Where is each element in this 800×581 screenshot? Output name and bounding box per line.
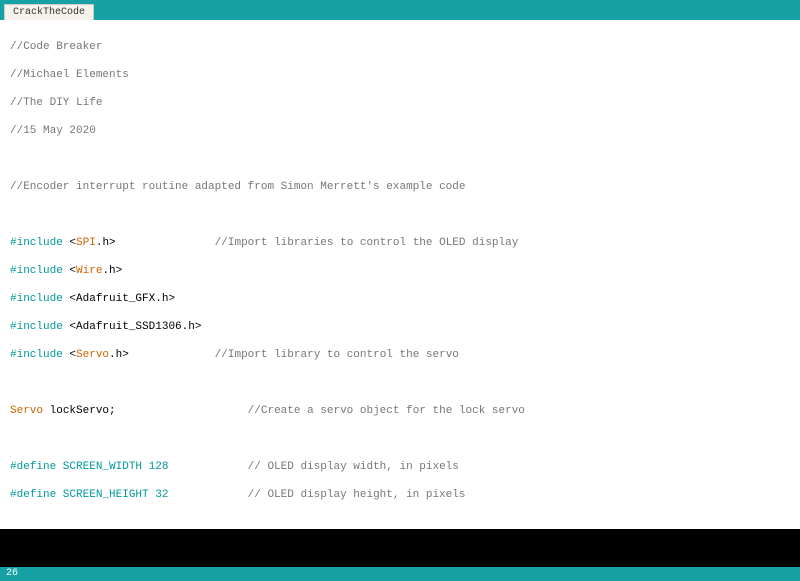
preproc: #include [10,349,69,361]
preproc: #define SCREEN_WIDTH 128 [10,461,168,473]
status-bar: 26 [0,567,800,581]
text: .h> [102,265,122,277]
comment: //Michael Elements [10,69,129,81]
comment: //15 May 2020 [10,125,96,137]
preproc: #define SCREEN_HEIGHT 32 [10,489,168,501]
code-editor[interactable]: //Code Breaker //Michael Elements //The … [0,20,800,529]
comment: //Import libraries to control the OLED d… [116,237,519,249]
tab-bar: CrackTheCode [0,0,800,20]
text: lockServo; [43,405,116,417]
text: <Adafruit_SSD1306.h> [69,321,201,333]
comment: // OLED display height, in pixels [168,489,465,501]
lib: SPI [76,237,96,249]
comment: //Import library to control the servo [129,349,459,361]
preproc: #include [10,265,69,277]
status-line-number: 26 [6,568,18,579]
preproc: #include [10,293,69,305]
comment: // OLED display width, in pixels [168,461,458,473]
comment: //The DIY Life [10,97,102,109]
preproc: #include [10,237,69,249]
text: .h> [109,349,129,361]
lib: Wire [76,265,102,277]
text: .h> [96,237,116,249]
text: <Adafruit_GFX.h> [69,293,175,305]
comment: //Create a servo object for the lock ser… [116,405,525,417]
tab-crackthecode[interactable]: CrackTheCode [4,4,94,20]
comment: //Encoder interrupt routine adapted from… [10,181,465,193]
type: Servo [10,405,43,417]
lib: Servo [76,349,109,361]
preproc: #include [10,321,69,333]
console-area [0,529,800,567]
comment: //Code Breaker [10,41,102,53]
